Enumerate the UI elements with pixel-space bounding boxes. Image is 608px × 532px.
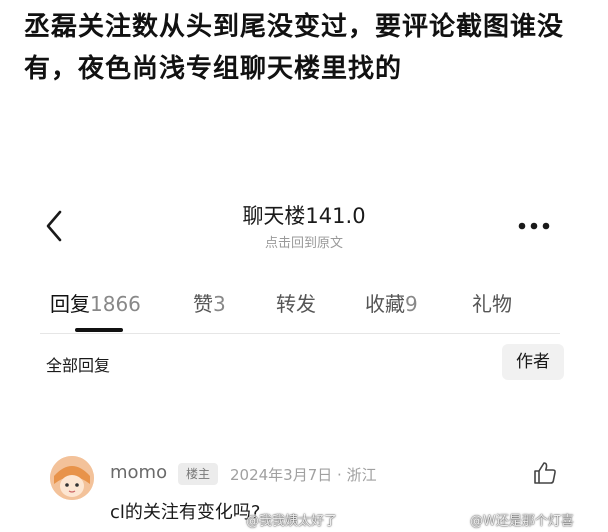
tab-likes-count: 3 <box>213 292 226 316</box>
more-dots-icon[interactable] <box>516 220 552 232</box>
tab-reposts[interactable]: 转发 <box>276 288 316 317</box>
username[interactable]: momo <box>110 462 167 483</box>
post-date-location: 2024年3月7日 · 浙江 <box>230 466 377 484</box>
active-tab-indicator <box>75 328 123 332</box>
author-filter-button[interactable]: 作者 <box>502 344 564 380</box>
tab-likes-label: 赞 <box>193 292 213 316</box>
tab-favorites[interactable]: 收藏9 <box>365 288 418 317</box>
tab-gifts[interactable]: 礼物 <box>472 288 512 317</box>
tab-favorites-label: 收藏 <box>365 292 405 316</box>
tab-replies[interactable]: 回复1866 <box>50 288 141 317</box>
tab-replies-count: 1866 <box>90 292 141 316</box>
comment-text: cl的关注有变化吗? <box>110 502 261 523</box>
post-caption: 丞磊关注数从头到尾没变过，要评论截图谁没有，夜色尚浅专组聊天楼里找的 <box>24 12 565 84</box>
tab-reposts-label: 转发 <box>276 292 316 316</box>
avatar[interactable] <box>50 456 94 500</box>
thumbs-up-icon[interactable] <box>532 460 558 486</box>
tab-replies-label: 回复 <box>50 292 90 316</box>
tab-divider <box>40 333 560 334</box>
watermark-right: @W还是那个灯喜 <box>470 514 574 529</box>
back-to-original-link[interactable]: 点击回到原文 <box>0 232 608 251</box>
all-replies-filter[interactable]: 全部回复 <box>46 352 110 376</box>
avatar-illustration <box>50 456 94 500</box>
tab-favorites-count: 9 <box>405 292 418 316</box>
watermark-left: @我我姨太好了 <box>246 514 338 529</box>
tab-likes[interactable]: 赞3 <box>193 288 226 317</box>
tab-gifts-label: 礼物 <box>472 292 512 316</box>
op-badge: 楼主 <box>178 463 218 485</box>
comment-thread-screen: 聊天楼141.0 点击回到原文 回复1866 赞3 转发 收藏9 礼物 全部回复… <box>0 180 608 532</box>
